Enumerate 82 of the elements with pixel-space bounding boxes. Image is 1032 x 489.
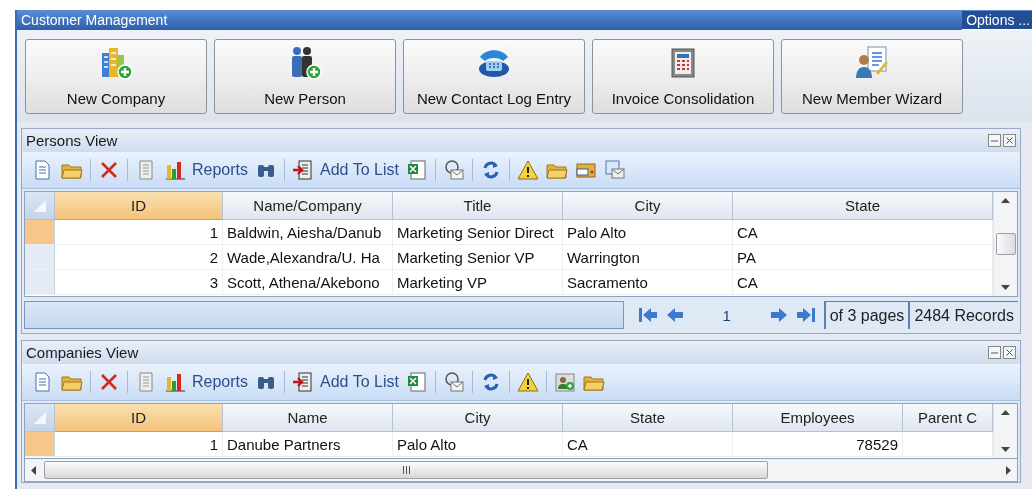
column-header[interactable]: City [563, 192, 733, 220]
scroll-down-icon[interactable] [1001, 447, 1010, 452]
table-cell: Warrington [563, 245, 733, 270]
table-cell: Marketing Senior Direct [393, 220, 563, 245]
column-header[interactable]: ID [55, 404, 223, 432]
scroll-up-icon[interactable] [1001, 410, 1010, 415]
column-header[interactable]: Name/Company [223, 192, 393, 220]
spreadsheet-icon[interactable] [405, 159, 428, 181]
column-header[interactable]: State [563, 404, 733, 432]
table-cell: Marketing Senior VP [393, 245, 563, 270]
minimize-icon[interactable] [988, 346, 1001, 359]
table-cell: Palo Alto [393, 432, 563, 457]
panel-title: Persons View [26, 132, 118, 149]
table-cell: 1 [55, 220, 223, 245]
warning-icon[interactable] [516, 159, 539, 181]
warning-icon[interactable] [516, 371, 539, 393]
column-header[interactable]: Name [223, 404, 393, 432]
column-header[interactable]: Title [393, 192, 563, 220]
table-cell: Sacramento [563, 270, 733, 295]
page-number: 1 [721, 306, 732, 324]
corner-triangle-icon [32, 410, 47, 425]
record-count: 2484 Records [908, 301, 1018, 329]
table-cell: 3 [55, 270, 223, 295]
grip-icon [401, 466, 411, 474]
table-cell: Baldwin, Aiesha/Danub [223, 220, 393, 245]
minimize-icon[interactable] [988, 134, 1001, 147]
table-cell: Scott, Athena/Akebono [223, 270, 393, 295]
previous-page-icon[interactable] [665, 307, 684, 323]
email-icon[interactable] [442, 159, 465, 181]
panel-title: Companies View [26, 344, 139, 361]
column-header[interactable]: State [733, 192, 993, 220]
action-button[interactable]: New Company [25, 39, 207, 114]
mail-document-icon[interactable] [603, 159, 626, 181]
table-cell: 78529 [733, 432, 903, 457]
email-icon[interactable] [442, 371, 465, 393]
scroll-thumb[interactable] [995, 233, 1016, 255]
column-header[interactable]: Employees [733, 404, 903, 432]
table-cell: CA [733, 220, 993, 245]
scroll-left-icon[interactable] [31, 465, 36, 475]
document-arrow-icon [292, 159, 315, 181]
vertical-scrollbar[interactable] [993, 192, 1017, 296]
reports-button[interactable]: Reports [164, 159, 249, 181]
scroll-up-icon[interactable] [1001, 198, 1010, 203]
table-cell: CA [733, 270, 993, 295]
scroll-right-icon[interactable] [1006, 465, 1011, 475]
scroll-down-icon[interactable] [1001, 285, 1010, 290]
add-to-list-button[interactable]: Add To List [292, 371, 399, 393]
table-cell: Marketing VP [393, 270, 563, 295]
bar-chart-icon [164, 159, 186, 181]
action-button[interactable]: New Contact Log Entry [403, 39, 585, 114]
window-title: Customer Management [21, 12, 168, 28]
action-button[interactable]: New Member Wizard [781, 39, 963, 114]
table-cell: Wade,Alexandra/U. Ha [223, 245, 393, 270]
table-cell: 1 [55, 432, 223, 457]
bar-chart-icon [164, 371, 186, 393]
table-cell: CA [563, 432, 733, 457]
table-cell: Danube Partners [223, 432, 393, 457]
page-count: of 3 pages [823, 301, 909, 329]
action-button[interactable]: New Person [214, 39, 396, 114]
document-arrow-icon [292, 371, 315, 393]
scroll-thumb[interactable] [44, 461, 768, 479]
spreadsheet-icon[interactable] [405, 371, 428, 393]
corner-triangle-icon [32, 198, 47, 213]
first-page-icon[interactable] [637, 307, 658, 323]
column-header[interactable]: City [393, 404, 563, 432]
column-header[interactable]: Parent C [903, 404, 993, 432]
close-icon[interactable] [1003, 346, 1016, 359]
table-cell: 2 [55, 245, 223, 270]
person-document-icon [854, 45, 890, 81]
table-cell: Palo Alto [563, 220, 733, 245]
options-menu[interactable]: Options ... [962, 10, 1032, 30]
close-icon[interactable] [1003, 134, 1016, 147]
last-page-icon[interactable] [795, 307, 816, 323]
vertical-scrollbar[interactable] [993, 404, 1017, 458]
add-to-list-button[interactable]: Add To List [292, 159, 399, 181]
column-header[interactable]: ID [55, 192, 223, 220]
next-page-icon[interactable] [769, 307, 788, 323]
horizontal-scrollbar[interactable] [24, 459, 1018, 482]
table-cell: PA [733, 245, 993, 270]
person-add-icon[interactable] [553, 371, 576, 393]
reports-button[interactable]: Reports [164, 371, 249, 393]
action-button[interactable]: Invoice Consolidation [592, 39, 774, 114]
